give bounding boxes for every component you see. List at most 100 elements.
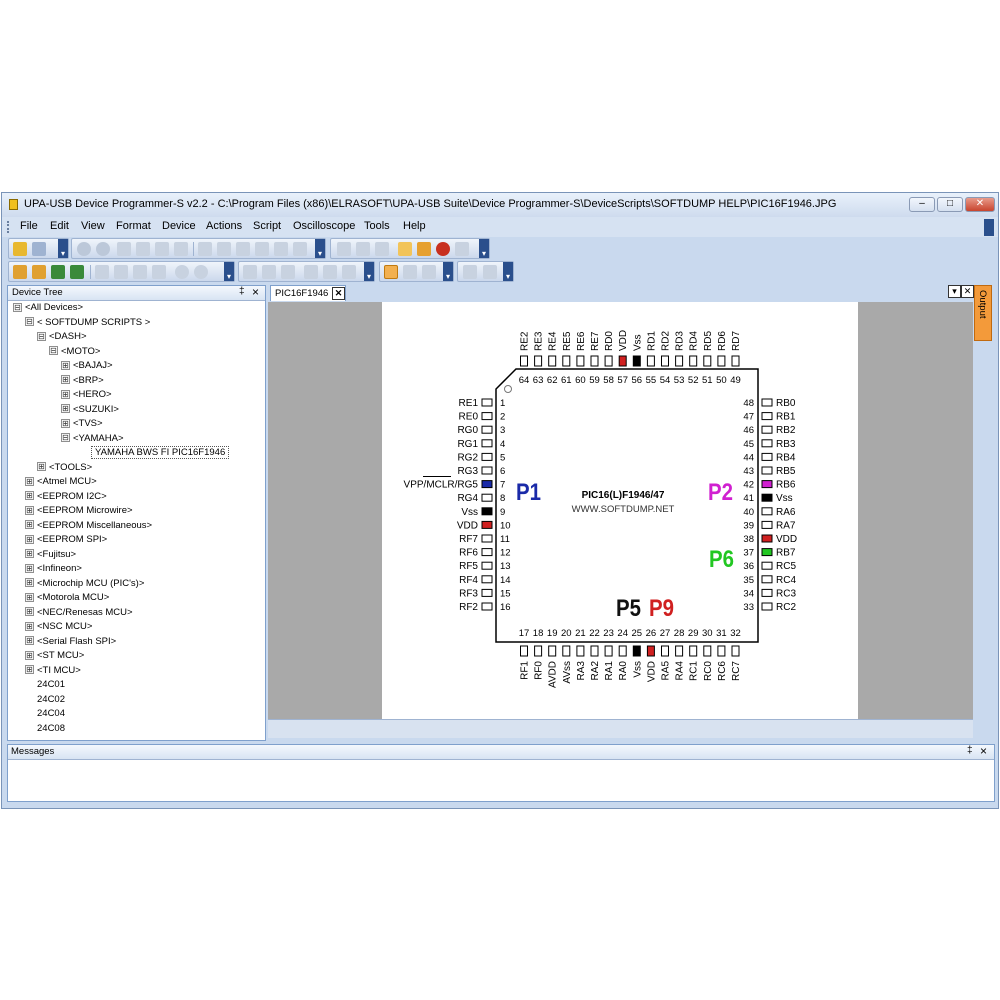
collapse-icon[interactable]: ⊟ [61,433,70,443]
find-icon[interactable] [198,242,212,256]
tree-item[interactable]: ⊞ <Microchip MCU (PIC's)> [25,577,144,591]
messages-content[interactable] [10,761,992,799]
open-icon[interactable] [13,242,27,256]
collapse-icon[interactable]: ⊟ [37,331,46,341]
script-icon[interactable] [356,242,370,256]
menu-help[interactable]: Help [403,220,426,232]
expand-icon[interactable]: ⊞ [37,462,46,472]
expand-icon[interactable]: ⊞ [25,665,34,675]
compare-icon[interactable] [255,242,269,256]
tools-icon[interactable] [455,242,469,256]
expand-icon[interactable]: ⊞ [25,578,34,588]
edit-script-icon[interactable] [398,242,412,256]
image-viewport[interactable]: RE1 1 RE0 2 RG0 3 RG1 4 RG2 5 RG3 6 VPP/MCLR/RG5 7 RG4… [268,302,973,736]
tree-item[interactable]: ⊞ <Infineon> [25,562,82,576]
new-script-icon[interactable] [417,242,431,256]
pin-icon[interactable]: ‡ [239,286,245,297]
tree-item[interactable]: ⊞ <Fujitsu> [25,548,76,562]
toolbar-text-options[interactable]: ▾ [364,262,374,281]
menu-oscilloscope[interactable]: Oscilloscope [293,220,355,232]
tree-item[interactable]: ⊟ <DASH> [37,330,87,344]
tree-item[interactable]: ⊞ <EEPROM Microwire> [25,504,133,518]
refresh-icon[interactable] [274,242,288,256]
menu-format[interactable]: Format [116,220,151,232]
close-icon[interactable]: × [980,744,987,758]
tree-item[interactable]: ⊟ <All Devices> [13,301,83,315]
fit-icon[interactable] [51,265,65,279]
align-right-icon[interactable] [342,265,356,279]
toolbar-select-options[interactable]: ▾ [443,262,453,281]
document-list-dropdown-icon[interactable]: ▾ [948,285,961,298]
close-icon[interactable]: × [252,286,259,299]
collapse-icon[interactable]: ⊟ [25,317,34,327]
tree-item[interactable]: ⊞ <Atmel MCU> [25,475,97,489]
expand-icon[interactable]: ⊞ [25,534,34,544]
tree-item[interactable]: ⊞ <BAJAJ> [61,359,113,373]
menu-file[interactable]: File [20,220,38,232]
save-icon[interactable] [32,242,46,256]
tree-item[interactable]: ⊞ <SUZUKI> [61,403,119,417]
pointer-icon[interactable] [384,265,398,279]
delete-icon[interactable] [174,242,188,256]
tree-item[interactable]: YAMAHA BWS FI PIC16F1946 [73,446,230,460]
toolbar-run-options[interactable]: ▾ [503,262,513,281]
expand-icon[interactable]: ⊞ [61,389,70,399]
crop-icon[interactable] [422,265,436,279]
tree-item[interactable]: ⊞ <TVS> [61,417,103,431]
select-region-icon[interactable] [403,265,417,279]
expand-icon[interactable]: ⊞ [25,505,34,515]
menu-overflow-button[interactable] [984,219,994,236]
expand-icon[interactable]: ⊞ [61,360,70,370]
tree-item[interactable]: ⊞ <TOOLS> [37,461,92,475]
title-bar[interactable]: UPA-USB Device Programmer-S v2.2 - C:\Pr… [2,193,998,217]
document-close-icon[interactable]: ✕ [961,285,974,298]
expand-icon[interactable]: ⊞ [25,592,34,602]
collapse-icon[interactable]: ⊟ [13,302,22,312]
copy-icon[interactable] [136,242,150,256]
zoom-out-icon[interactable] [194,265,208,279]
expand-icon[interactable]: ⊞ [25,636,34,646]
align-center-icon[interactable] [323,265,337,279]
restore-button[interactable]: □ [937,197,963,212]
minimize-button[interactable]: – [909,197,935,212]
tree-item[interactable]: ⊞ <EEPROM I2C> [25,490,107,504]
last-icon[interactable] [152,265,166,279]
tree-item[interactable]: ⊞ <EEPROM SPI> [25,533,107,547]
expand-icon[interactable]: ⊞ [61,404,70,414]
tree-item[interactable]: 24C02 [25,693,65,707]
tree-item[interactable]: ⊟ <YAMAHA> [61,432,124,446]
redo-icon[interactable] [96,242,110,256]
tree-item[interactable]: ⊞ <NEC/Renesas MCU> [25,606,133,620]
tree-item[interactable]: ⊞ <BRP> [61,374,104,388]
pin-icon[interactable]: ‡ [967,745,973,756]
move-icon[interactable] [70,265,84,279]
debug-bug-icon[interactable] [436,242,450,256]
toolbar-format-options[interactable]: ▾ [224,262,234,281]
expand-icon[interactable]: ⊞ [25,476,34,486]
bold-icon[interactable] [243,265,257,279]
align-left-icon[interactable] [304,265,318,279]
toolbar-standard-options[interactable]: ▾ [58,239,68,258]
menu-edit[interactable]: Edit [50,220,69,232]
cut-icon[interactable] [117,242,131,256]
tree-item[interactable]: ⊞ <EEPROM Miscellaneous> [25,519,152,533]
expand-icon[interactable]: ⊞ [25,491,34,501]
expand-icon[interactable]: ⊞ [25,621,34,631]
device-settings-icon[interactable] [337,242,351,256]
tab-pic16f1946[interactable]: PIC16F1946 ✕ [270,285,346,301]
stop-icon[interactable] [483,265,497,279]
tree-item[interactable]: ⊟ <MOTO> [49,345,100,359]
expand-icon[interactable]: ⊞ [25,607,34,617]
tab-close-icon[interactable]: ✕ [332,287,345,300]
menu-script[interactable]: Script [253,220,281,232]
expand-icon[interactable]: ⊞ [25,520,34,530]
tree-item[interactable]: ⊞ <NSC MCU> [25,620,92,634]
menu-device[interactable]: Device [162,220,196,232]
play-icon[interactable] [463,265,477,279]
expand-icon[interactable]: ⊞ [61,418,70,428]
toolbar-edit-options[interactable]: ▾ [315,239,325,258]
paste-icon[interactable] [155,242,169,256]
zoom-in-icon[interactable] [175,265,189,279]
next-icon[interactable] [133,265,147,279]
menu-view[interactable]: View [81,220,105,232]
